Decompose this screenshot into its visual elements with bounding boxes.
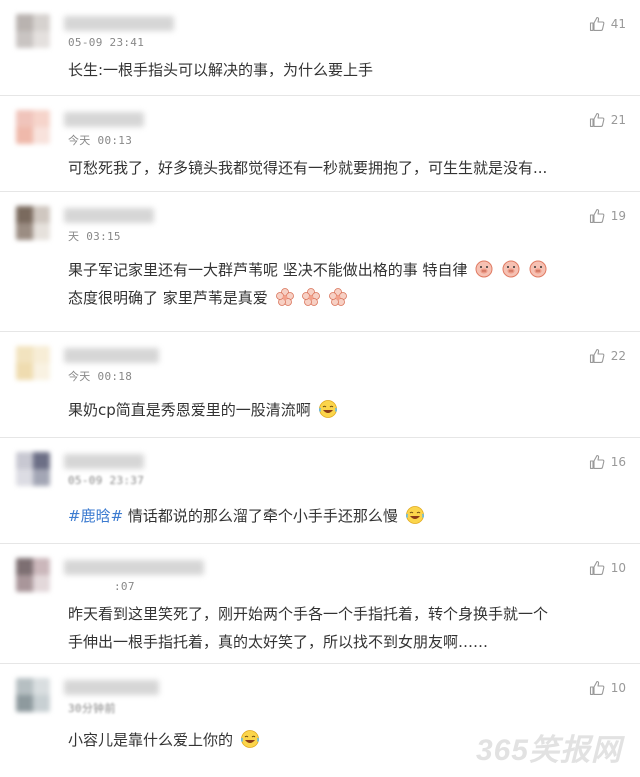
comment-text: 可愁死我了，好多镜头我都觉得还有一秒就要拥抱了，可生生就是没有...	[68, 154, 547, 182]
comment-time: 05-09 23:41	[68, 36, 145, 49]
username[interactable]	[64, 348, 159, 363]
thumbs-up-icon	[589, 560, 605, 576]
comment-text: #鹿晗# 情话都说的那么溜了牵个小手手还那么慢	[68, 502, 425, 530]
like-button[interactable]: 41	[589, 16, 626, 32]
comment-text: 果子军记家里还有一大群芦苇呢 坚决不能做出格的事 特自律 态度很明确了 家里芦苇…	[68, 256, 548, 312]
hashtag-link[interactable]: #鹿晗#	[68, 507, 123, 525]
like-button[interactable]: 10	[589, 560, 626, 576]
like-count: 16	[610, 455, 626, 469]
comment-text: 小容儿是靠什么爱上你的	[68, 726, 260, 754]
avatar[interactable]	[16, 110, 50, 144]
avatar[interactable]	[16, 206, 50, 240]
flower-emoji	[326, 288, 348, 307]
username[interactable]	[64, 208, 154, 223]
like-count: 10	[610, 681, 626, 695]
comment-line: 小容儿是靠什么爱上你的	[68, 731, 234, 749]
avatar[interactable]	[16, 678, 50, 712]
comment-text: 昨天看到这里笑死了，刚开始两个手各一个手指托着，转个身换手就一个 手伸出一根手指…	[68, 600, 548, 656]
like-button[interactable]: 10	[589, 680, 626, 696]
comment-time: 今天 00:18	[68, 370, 133, 383]
comment-item: 今天 00:13 可愁死我了，好多镜头我都觉得还有一秒就要拥抱了，可生生就是没有…	[0, 96, 640, 192]
avatar[interactable]	[16, 558, 50, 592]
like-count: 22	[610, 349, 626, 363]
thumbs-up-icon	[589, 208, 605, 224]
avatar[interactable]	[16, 452, 50, 486]
pig-face-emoji	[526, 260, 548, 279]
comment-time: :07	[114, 580, 135, 593]
comment-text: 果奶cp简直是秀恩爱里的一股清流啊	[68, 396, 338, 424]
like-count: 21	[610, 113, 626, 127]
avatar[interactable]	[16, 346, 50, 380]
username[interactable]	[64, 112, 144, 127]
thumbs-up-icon	[589, 454, 605, 470]
like-button[interactable]: 16	[589, 454, 626, 470]
comment-time: 今天 00:13	[68, 134, 133, 147]
like-button[interactable]: 22	[589, 348, 626, 364]
comment-line: 果子军记家里还有一大群芦苇呢 坚决不能做出格的事 特自律	[68, 261, 468, 279]
comment-item: 天 03:15 果子军记家里还有一大群芦苇呢 坚决不能做出格的事 特自律 态度很…	[0, 192, 640, 332]
comment-time: 30分钟前	[68, 702, 116, 715]
thumbs-up-icon	[589, 16, 605, 32]
comment-line: 果奶cp简直是秀恩爱里的一股清流啊	[68, 401, 311, 419]
comment-item: :07 昨天看到这里笑死了，刚开始两个手各一个手指托着，转个身换手就一个 手伸出…	[0, 544, 640, 664]
comment-line: 手伸出一根手指托着，真的太好笑了，所以找不到女朋友啊……	[68, 633, 489, 651]
laughing-emoji	[238, 730, 260, 749]
flower-emoji	[273, 288, 295, 307]
comment-item: 05-09 23:41 长生:一根手指头可以解决的事，为什么要上手 41	[0, 0, 640, 96]
comment-time: 05-09 23:37	[68, 474, 145, 487]
laughing-emoji	[403, 506, 425, 525]
comment-line: 可愁死我了，好多镜头我都觉得还有一秒就要拥抱了，可生生就是没有...	[68, 159, 548, 177]
username[interactable]	[64, 16, 174, 31]
comment-item: 今天 00:18 果奶cp简直是秀恩爱里的一股清流啊 22	[0, 332, 640, 438]
like-button[interactable]: 21	[589, 112, 626, 128]
like-button[interactable]: 19	[589, 208, 626, 224]
username[interactable]	[64, 560, 204, 575]
thumbs-up-icon	[589, 680, 605, 696]
like-count: 19	[610, 209, 626, 223]
flower-emoji	[299, 288, 321, 307]
like-count: 10	[610, 561, 626, 575]
comment-line: 长生:一根手指头可以解决的事，为什么要上手	[68, 61, 374, 79]
laughing-emoji	[316, 400, 338, 419]
thumbs-up-icon	[589, 348, 605, 364]
comment-line: 态度很明确了 家里芦苇是真爱	[68, 289, 268, 307]
comment-feed: 05-09 23:41 长生:一根手指头可以解决的事，为什么要上手 41 今天 …	[0, 0, 640, 777]
comment-item: 05-09 23:37 #鹿晗# 情话都说的那么溜了牵个小手手还那么慢 16	[0, 438, 640, 544]
avatar[interactable]	[16, 14, 50, 48]
pig-face-emoji	[472, 260, 494, 279]
username[interactable]	[64, 680, 159, 695]
thumbs-up-icon	[589, 112, 605, 128]
site-watermark: 365笑报网	[475, 734, 622, 767]
time-value: :07	[114, 580, 135, 593]
comment-line: 情话都说的那么溜了牵个小手手还那么慢	[127, 507, 398, 525]
pig-face-emoji	[499, 260, 521, 279]
comment-line: 昨天看到这里笑死了，刚开始两个手各一个手指托着，转个身换手就一个	[68, 605, 549, 623]
username[interactable]	[64, 454, 144, 469]
comment-time: 天 03:15	[68, 230, 121, 243]
comment-text: 长生:一根手指头可以解决的事，为什么要上手	[68, 56, 373, 84]
like-count: 41	[610, 17, 626, 31]
